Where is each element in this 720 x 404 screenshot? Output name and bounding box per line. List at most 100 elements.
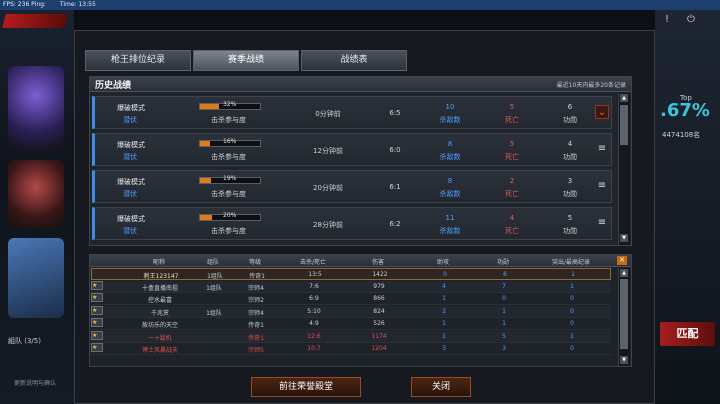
time-ago: 28分钟前 xyxy=(313,221,343,229)
cell-merit: 5 xyxy=(502,332,506,340)
cell-name: 十盒直播南祖 xyxy=(141,284,178,292)
cell-best: 1 xyxy=(570,282,574,290)
power-icon[interactable]: ⏻ xyxy=(687,14,713,25)
detail-scrollbar[interactable]: ▲ ▼ xyxy=(618,268,630,366)
cell-merit: 1 xyxy=(502,320,506,327)
col-name: 昵称 xyxy=(152,259,165,266)
close-button[interactable]: 关闭 xyxy=(411,377,471,397)
fps-readout: FPS: 236 Ping: xyxy=(3,1,48,8)
player-row[interactable]: ★ 一+敌机 传奇1 12:6 1174 1 5 1 xyxy=(91,330,611,343)
cell-rank: 宗师2 xyxy=(248,297,264,304)
cell-kd: 4:9 xyxy=(309,320,319,327)
cell-name: 博士风暴战夫 xyxy=(141,347,178,354)
cell-best: 0 xyxy=(570,307,574,315)
deaths-value: 4 xyxy=(509,214,515,222)
cell-assist: 0 xyxy=(443,271,447,278)
history-row[interactable]: 爆破模式 潜伏 20% 击杀参与度 28分钟前 6:2 11 杀敌数 4 死亡 5 功勋 ≡ xyxy=(92,207,612,240)
scroll-up-arrow[interactable]: ▲ xyxy=(620,94,628,102)
cell-kd: 6:9 xyxy=(309,295,319,302)
tab-record-table[interactable]: 战绩表 xyxy=(301,50,407,71)
merit-value: 3 xyxy=(567,177,573,185)
cell-name: 千兆赏 xyxy=(150,309,169,317)
history-row[interactable]: 爆破模式 潜伏 32% 击杀参与度 0分钟前 6:5 10 杀敌数 5 死亡 6 功勋 ⌄ xyxy=(92,96,612,129)
match-detail-panel: 昵称 组队 等级 击杀/死亡 伤害 助攻 功勋 突出/最高纪录 ✕ 刺王1231… xyxy=(89,254,632,367)
col-team: 组队 xyxy=(206,259,219,266)
detail-scroll-down[interactable]: ▼ xyxy=(620,356,628,364)
player-row[interactable]: ★ 博士风暴战夫 宗师5 10:7 1204 3 3 0 xyxy=(91,343,611,355)
player-row[interactable]: ★ 千兆赏 1组队 宗师4 5:10 824 2 1 0 xyxy=(91,305,611,318)
menu-icon[interactable]: ≡ xyxy=(595,142,609,156)
cell-dmg: 979 xyxy=(373,282,385,290)
mode-label: 爆破模式 xyxy=(117,141,145,149)
event-banner[interactable] xyxy=(8,160,64,228)
cell-rank: 宗师4 xyxy=(248,284,264,292)
tab-season-record[interactable]: 赛季战绩 xyxy=(193,50,299,71)
cell-assist: 2 xyxy=(442,307,446,315)
history-note: 最近10天内最多20条记录 xyxy=(556,81,626,89)
cell-dmg: 526 xyxy=(373,320,385,327)
kill-participation-text: 16% xyxy=(223,138,237,145)
time-ago: 0分钟前 xyxy=(315,110,341,118)
close-detail-icon[interactable]: ✕ xyxy=(617,256,627,265)
kills-value: 11 xyxy=(445,214,455,222)
round-score: 6:2 xyxy=(389,220,401,228)
top-number: 4474108名 xyxy=(662,131,701,139)
kills-value: 10 xyxy=(445,103,455,111)
info-icon[interactable]: ! xyxy=(665,14,687,25)
tab-rank-record[interactable]: 枪王排位纪录 xyxy=(85,50,191,71)
role-label: 潜伏 xyxy=(123,116,137,124)
participation-label: 击杀参与度 xyxy=(211,190,246,198)
history-scrollbar[interactable]: ▲ ▼ xyxy=(618,93,630,245)
rank-badge-banner[interactable] xyxy=(8,66,64,150)
kills-label: 杀敌数 xyxy=(439,153,461,161)
round-score: 6:1 xyxy=(389,183,401,191)
cell-best: 0 xyxy=(570,345,574,352)
cell-rank: 宗师5 xyxy=(248,347,264,354)
merit-label: 功勋 xyxy=(563,227,577,235)
col-kd: 击杀/死亡 xyxy=(299,259,327,266)
player-row[interactable]: ★ 十盒直播南祖 1组队 宗师4 7:6 979 4 7 1 xyxy=(91,280,611,293)
player-row[interactable]: ★ 控水最富 宗师2 6:9 866 1 0 0 xyxy=(91,293,611,305)
cell-assist: 4 xyxy=(442,282,446,290)
cell-rank: 传奇1 xyxy=(248,322,264,329)
player-avatar-icon: ★ xyxy=(91,280,103,290)
chevron-down-icon[interactable]: ⌄ xyxy=(595,105,609,119)
player-avatar-icon: ★ xyxy=(91,318,103,327)
squad-label: 組队 (3/5) xyxy=(8,337,41,345)
cell-best: 0 xyxy=(570,295,574,302)
cell-team: 1组队 xyxy=(206,309,222,317)
cell-merit: 6 xyxy=(503,271,507,278)
history-title: 历史战绩 xyxy=(95,80,132,91)
menu-icon[interactable]: ≡ xyxy=(595,179,609,193)
cell-merit: 1 xyxy=(502,307,506,315)
deaths-label: 死亡 xyxy=(505,153,519,161)
player-avatar-icon: ★ xyxy=(91,343,103,352)
merit-value: 5 xyxy=(567,214,573,222)
player-row[interactable]: 刺王123147 1组队 传奇1 13:5 1422 0 6 1 xyxy=(91,268,611,280)
participation-label: 击杀参与度 xyxy=(211,227,246,235)
scroll-thumb[interactable] xyxy=(620,105,628,145)
player-row[interactable]: ★ 赦坊乐的天空 传奇1 4:9 526 1 1 0 xyxy=(91,318,611,330)
cell-merit: 0 xyxy=(502,295,506,302)
promo-banner[interactable] xyxy=(8,238,64,318)
cell-name: 赦坊乐的天空 xyxy=(141,322,178,329)
cell-dmg: 1204 xyxy=(371,345,387,352)
detail-scroll-up[interactable]: ▲ xyxy=(620,269,628,277)
match-button[interactable]: 匹配 xyxy=(660,322,715,346)
cell-assist: 1 xyxy=(442,332,446,340)
deaths-value: 5 xyxy=(509,103,515,111)
detail-scroll-thumb[interactable] xyxy=(620,279,628,349)
scroll-down-arrow[interactable]: ▼ xyxy=(620,234,628,242)
history-row[interactable]: 爆破模式 潜伏 16% 击杀参与度 12分钟前 6:0 8 杀敌数 5 死亡 4 功勋 ≡ xyxy=(92,133,612,166)
cell-rank: 宗师4 xyxy=(248,309,264,317)
cell-merit: 3 xyxy=(502,345,506,352)
cell-kd: 13:5 xyxy=(308,271,322,278)
kills-value: 8 xyxy=(447,140,453,148)
cell-dmg: 824 xyxy=(373,307,385,315)
go-hall-button[interactable]: 前往荣誉殿堂 xyxy=(251,377,361,397)
notice-link[interactable]: 更新说明与确认 xyxy=(14,378,56,387)
cell-team: 1组队 xyxy=(207,273,223,280)
history-row[interactable]: 爆破模式 潜伏 19% 击杀参与度 20分钟前 6:1 8 杀敌数 2 死亡 3 功勋 ≡ xyxy=(92,170,612,203)
mode-label: 爆破模式 xyxy=(117,215,145,223)
menu-icon[interactable]: ≡ xyxy=(595,216,609,230)
